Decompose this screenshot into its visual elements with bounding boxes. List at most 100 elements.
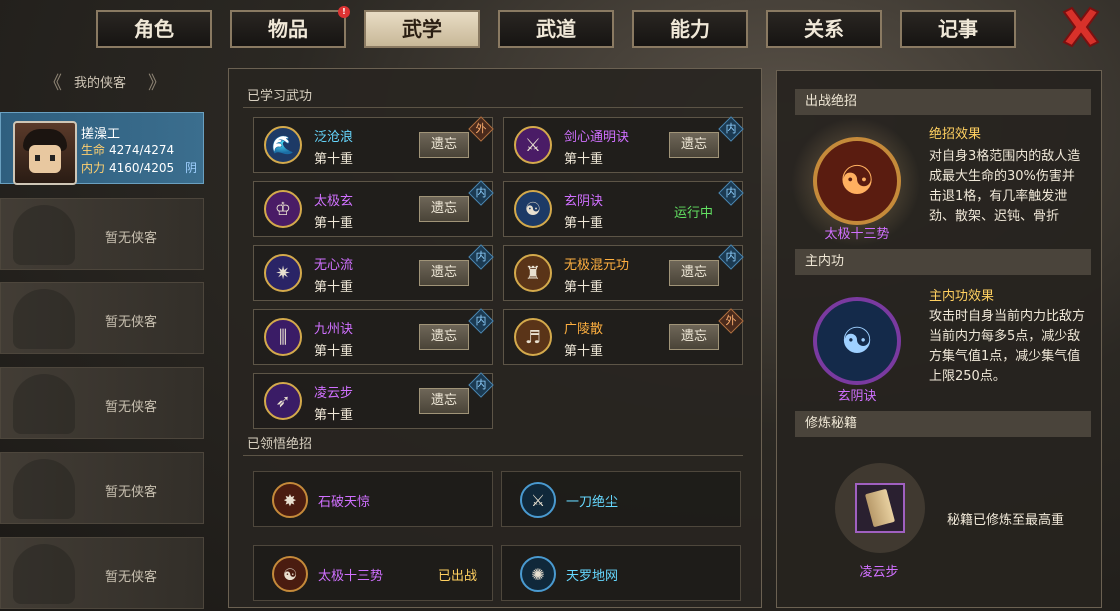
ultimate-card[interactable]: ✺ 天罗地网 xyxy=(501,545,741,601)
skill-name: 太极玄 xyxy=(314,194,354,209)
inner-effect-text: 攻击时自身当前内力比敌方当前内力每多5点，减少敌方集气值1点，减少集气值上限25… xyxy=(929,309,1086,384)
tab-martial-way[interactable]: 武道 xyxy=(498,10,614,48)
ultimate-card[interactable]: ☯ 太极十三势 已出战 xyxy=(253,545,493,601)
empty-slot-label: 暂无侠客 xyxy=(105,315,158,330)
chevron-left-icon[interactable]: 《 xyxy=(44,69,62,95)
training-manual-header: 修炼秘籍 xyxy=(795,411,1091,437)
skill-card[interactable]: 🌊 泛沧浪 第十重 遗忘 外 xyxy=(253,116,494,173)
forget-button[interactable]: 遗忘 xyxy=(419,132,469,158)
silhouette-icon xyxy=(13,374,75,434)
hero-slot-empty[interactable]: 暂无侠客 xyxy=(0,367,204,439)
yin-swirl-emblem-icon[interactable]: ☯ xyxy=(813,297,901,385)
skill-level: 第十重 xyxy=(564,216,604,231)
tab-records[interactable]: 记事 xyxy=(900,10,1016,48)
tab-abilities[interactable]: 能力 xyxy=(632,10,748,48)
wave-icon: 🌊 xyxy=(264,126,302,164)
empty-slot-label: 暂无侠客 xyxy=(105,231,158,246)
external-type-tag: 外 xyxy=(468,116,494,142)
pillars-icon: ⫼ xyxy=(264,318,302,356)
silhouette-icon xyxy=(13,459,75,519)
crown-icon: ♔ xyxy=(264,190,302,228)
skill-name: 无心流 xyxy=(314,258,354,273)
scroll-icon[interactable] xyxy=(855,483,905,533)
learned-skills-title: 已学习武功 xyxy=(247,89,313,104)
skill-name: 玄阴诀 xyxy=(564,194,604,209)
hero-slot-empty[interactable]: 暂无侠客 xyxy=(0,282,204,354)
internal-type-tag: 内 xyxy=(718,244,744,270)
skill-level: 第十重 xyxy=(314,344,354,359)
forget-button[interactable]: 遗忘 xyxy=(419,388,469,414)
skill-card[interactable]: ✷ 无心流 第十重 遗忘 内 xyxy=(253,244,494,301)
tab-items-label: 物品 xyxy=(268,17,308,41)
skill-name: 泛沧浪 xyxy=(314,130,354,145)
skill-card[interactable]: ⫼ 九州诀 第十重 遗忘 内 xyxy=(253,308,494,365)
pillar-icon: ♜ xyxy=(514,254,552,292)
taiji-emblem-icon[interactable]: ☯ xyxy=(813,137,901,225)
taiji-icon: ☯ xyxy=(272,556,308,592)
hero-slot-empty[interactable]: 暂无侠客 xyxy=(0,452,204,524)
skill-level: 第十重 xyxy=(314,216,354,231)
skill-name: 广陵散 xyxy=(564,322,604,337)
battle-ultimate-header: 出战绝招 xyxy=(795,89,1091,115)
forget-button[interactable]: 遗忘 xyxy=(669,324,719,350)
sword-icon: ⚔ xyxy=(514,126,552,164)
forget-button[interactable]: 遗忘 xyxy=(419,196,469,222)
skill-card[interactable]: ⚔ 剑心通明诀 第十重 遗忘 内 xyxy=(503,116,744,173)
wing-icon: ➶ xyxy=(264,382,302,420)
internal-type-tag: 内 xyxy=(718,116,744,142)
manual-name: 凌云步 xyxy=(859,565,899,580)
skill-level: 第十重 xyxy=(314,408,354,423)
ultimate-effect-text: 对自身3格范围内的敌人造成最大生命的30%伤害并击退1格，有几率触发泄劲、散架、… xyxy=(929,149,1081,224)
running-status: 运行中 xyxy=(674,206,714,221)
hero-hp: 生命 4274/4274 xyxy=(81,143,175,157)
main-inner-header: 主内功 xyxy=(795,249,1091,275)
ultimate-name: 石破天惊 xyxy=(318,495,371,510)
hero-name: 搓澡工 xyxy=(81,127,121,142)
hero-slot-active[interactable]: 搓澡工 生命 4274/4274 内力 4160/4205 阴 xyxy=(0,112,204,185)
forget-button[interactable]: 遗忘 xyxy=(419,260,469,286)
skill-card[interactable]: ♬ 广陵散 第十重 遗忘 外 xyxy=(503,308,744,365)
forget-button[interactable]: 遗忘 xyxy=(669,260,719,286)
blade-icon: ⚔ xyxy=(520,482,556,518)
top-tab-bar: 角色 物品! 武学 武道 能力 关系 记事 xyxy=(0,0,1120,52)
empty-slot-label: 暂无侠客 xyxy=(105,400,158,415)
hero-alignment-tag: 阴 xyxy=(185,161,198,175)
silhouette-icon xyxy=(13,544,75,604)
tab-character[interactable]: 角色 xyxy=(96,10,212,48)
ultimate-card[interactable]: ⚔ 一刀绝尘 xyxy=(501,471,741,527)
forget-button[interactable]: 遗忘 xyxy=(669,132,719,158)
tab-martial-arts[interactable]: 武学 xyxy=(364,10,480,48)
tab-relations[interactable]: 关系 xyxy=(766,10,882,48)
tab-items[interactable]: 物品! xyxy=(230,6,350,48)
skill-level: 第十重 xyxy=(314,280,354,295)
flame-icon: ✷ xyxy=(264,254,302,292)
hero-slot-empty[interactable]: 暂无侠客 xyxy=(0,537,204,609)
skill-card[interactable]: ☯ 玄阴诀 第十重 运行中 内 xyxy=(503,180,744,237)
net-icon: ✺ xyxy=(520,556,556,592)
my-heroes-header: 《 我的侠客 》 xyxy=(44,66,204,96)
deployed-status: 已出战 xyxy=(438,569,478,584)
chevron-right-icon[interactable]: 》 xyxy=(148,69,166,95)
hero-slot-empty[interactable]: 暂无侠客 xyxy=(0,198,204,270)
close-icon[interactable] xyxy=(1058,4,1104,50)
hero-mp: 内力 4160/4205 xyxy=(81,161,175,175)
yin-swirl-icon: ☯ xyxy=(514,190,552,228)
skill-name: 凌云步 xyxy=(314,386,354,401)
forget-button[interactable]: 遗忘 xyxy=(419,324,469,350)
ultimates-title: 已领悟绝招 xyxy=(247,437,313,452)
main-inner-name: 玄阴诀 xyxy=(837,389,877,404)
skill-level: 第十重 xyxy=(564,280,604,295)
internal-type-tag: 内 xyxy=(468,372,494,398)
ultimate-name: 一刀绝尘 xyxy=(566,495,619,510)
martial-arts-panel: 已学习武功 🌊 泛沧浪 第十重 遗忘 外 ⚔ 剑心通明诀 第十重 遗忘 内 ♔ … xyxy=(228,68,762,608)
ultimate-name: 天罗地网 xyxy=(566,569,619,584)
internal-type-tag: 内 xyxy=(468,244,494,270)
internal-type-tag: 内 xyxy=(468,308,494,334)
skill-card[interactable]: ➶ 凌云步 第十重 遗忘 内 xyxy=(253,372,494,429)
skill-card[interactable]: ♜ 无极混元功 第十重 遗忘 内 xyxy=(503,244,744,301)
skill-card[interactable]: ♔ 太极玄 第十重 遗忘 内 xyxy=(253,180,494,237)
avatar xyxy=(13,121,77,185)
ultimate-card[interactable]: ✸ 石破天惊 xyxy=(253,471,493,527)
skill-name: 剑心通明诀 xyxy=(564,130,630,145)
burst-icon: ✸ xyxy=(272,482,308,518)
